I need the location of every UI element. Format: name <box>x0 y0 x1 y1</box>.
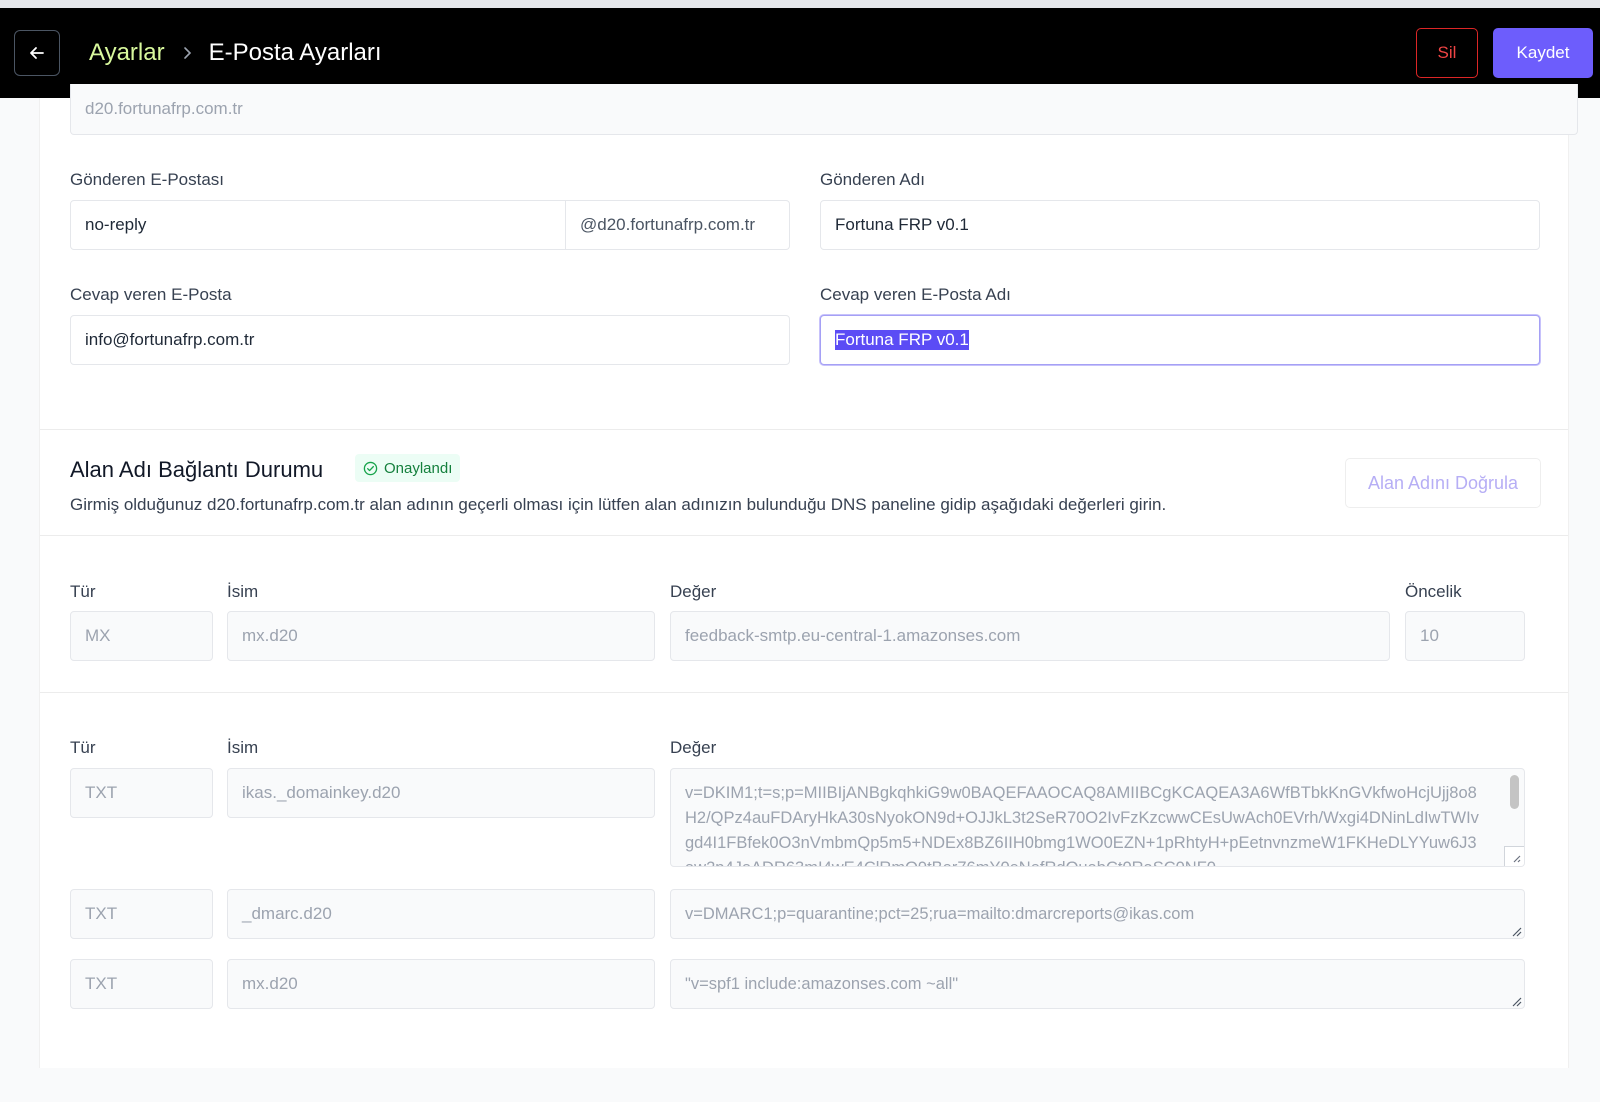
reply-name-label: Cevap veren E-Posta Adı <box>820 285 1011 304</box>
sender-email-value: no-reply <box>85 215 147 234</box>
mx-priority-field: 10 <box>1405 611 1525 661</box>
reply-name-value-selected: Fortuna FRP v0.1 <box>835 330 969 350</box>
domain-field: d20.fortunafrp.com.tr <box>70 84 1578 135</box>
mx-type-value: MX <box>85 626 111 645</box>
breadcrumb-parent[interactable]: Ayarlar <box>89 39 165 67</box>
txt-type-field: TXT <box>70 959 213 1009</box>
dkim-value-textarea[interactable]: v=DKIM1;t=s;p=MIIBIjANBgkqhkiG9w0BAQEFAA… <box>670 768 1525 867</box>
domain-status-title: Alan Adı Bağlantı Durumu <box>70 457 324 482</box>
mx-type-field: MX <box>70 611 213 661</box>
txt-type-value: TXT <box>85 783 118 802</box>
mx-value-text: feedback-smtp.eu-central-1.amazonses.com <box>685 626 1021 645</box>
mx-value-field: feedback-smtp.eu-central-1.amazonses.com <box>670 611 1390 661</box>
back-button[interactable] <box>14 30 60 76</box>
section-divider <box>40 692 1568 693</box>
reply-email-value: info@fortunafrp.com.tr <box>85 330 255 349</box>
txt-name-header: İsim <box>227 738 259 757</box>
domain-status-description: Girmiş olduğunuz d20.fortunafrp.com.tr a… <box>70 495 1167 514</box>
save-button[interactable]: Kaydet <box>1493 28 1593 78</box>
txt-name-value: ikas._domainkey.d20 <box>242 783 401 802</box>
mx-priority-header: Öncelik <box>1405 582 1462 601</box>
sender-name-value: Fortuna FRP v0.1 <box>835 215 969 234</box>
txt-type-field: TXT <box>70 889 213 939</box>
txt-name-field: ikas._domainkey.d20 <box>227 768 655 818</box>
breadcrumb-current: E-Posta Ayarları <box>208 39 382 66</box>
mx-name-header: İsim <box>227 582 259 601</box>
txt-name-value: _dmarc.d20 <box>242 904 332 923</box>
dmarc-value-textarea[interactable]: v=DMARC1;p=quarantine;pct=25;rua=mailto:… <box>670 889 1525 939</box>
sender-email-suffix-text: @d20.fortunafrp.com.tr <box>580 215 756 234</box>
delete-button[interactable]: Sil <box>1416 28 1478 78</box>
txt-name-field: mx.d20 <box>227 959 655 1009</box>
resize-handle-icon[interactable] <box>1507 921 1523 937</box>
window-top-strip <box>0 0 1600 8</box>
domain-field-value: d20.fortunafrp.com.tr <box>85 99 243 118</box>
check-circle-icon <box>363 461 378 476</box>
mx-value-header: Değer <box>670 582 717 601</box>
mx-type-header: Tür <box>70 582 96 601</box>
spf-value-textarea[interactable]: "v=spf1 include:amazonses.com ~all" <box>670 959 1525 1009</box>
txt-name-field: _dmarc.d20 <box>227 889 655 939</box>
txt-type-value: TXT <box>85 974 118 993</box>
dkim-value-text: v=DKIM1;t=s;p=MIIBIjANBgkqhkiG9w0BAQEFAA… <box>685 784 1479 866</box>
txt-type-header: Tür <box>70 738 96 757</box>
reply-email-label: Cevap veren E-Posta <box>70 285 232 304</box>
mx-name-field: mx.d20 <box>227 611 655 661</box>
spf-value-text: "v=spf1 include:amazonses.com ~all" <box>685 974 959 993</box>
txt-type-field: TXT <box>70 768 213 818</box>
section-divider <box>40 535 1568 536</box>
txt-type-value: TXT <box>85 904 118 923</box>
mx-priority-value: 10 <box>1420 626 1439 645</box>
txt-value-header: Değer <box>670 738 717 757</box>
sender-email-domain-suffix: @d20.fortunafrp.com.tr <box>566 200 790 250</box>
scrollbar-thumb[interactable] <box>1510 775 1519 809</box>
sender-name-label: Gönderen Adı <box>820 170 925 189</box>
dmarc-value-text: v=DMARC1;p=quarantine;pct=25;rua=mailto:… <box>685 904 1195 923</box>
mx-name-value: mx.d20 <box>242 626 298 645</box>
sender-name-input[interactable]: Fortuna FRP v0.1 <box>820 200 1540 250</box>
section-divider <box>40 429 1568 430</box>
reply-email-input[interactable]: info@fortunafrp.com.tr <box>70 315 790 365</box>
settings-card: d20.fortunafrp.com.tr Gönderen E-Postası… <box>39 84 1578 1068</box>
sender-email-input[interactable]: no-reply <box>70 200 566 250</box>
reply-name-input[interactable]: Fortuna FRP v0.1 <box>820 315 1540 365</box>
status-badge-text: Onaylandı <box>384 459 453 477</box>
txt-name-value: mx.d20 <box>242 974 298 993</box>
resize-handle-icon[interactable] <box>1504 846 1524 866</box>
status-badge: Onaylandı <box>355 454 461 482</box>
chevron-right-icon <box>181 46 193 60</box>
resize-handle-icon[interactable] <box>1507 991 1523 1007</box>
sender-email-label: Gönderen E-Postası <box>70 170 225 189</box>
verify-domain-button[interactable]: Alan Adını Doğrula <box>1345 458 1541 508</box>
arrow-left-icon <box>27 43 47 63</box>
